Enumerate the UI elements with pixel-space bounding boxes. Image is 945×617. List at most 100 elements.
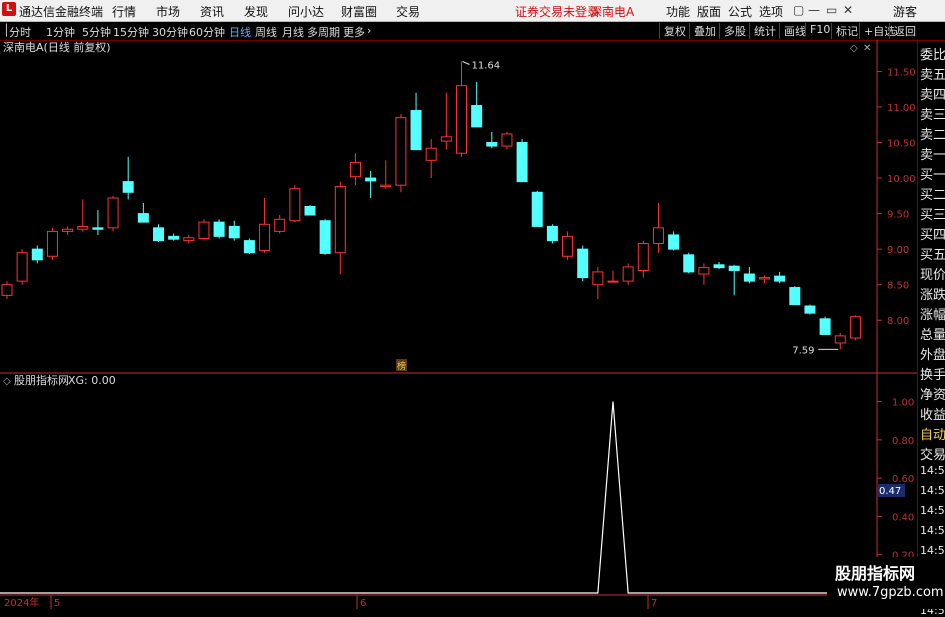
- btn-tongji[interactable]: 统计: [749, 23, 776, 39]
- indicator-axis-label: 0.60: [892, 474, 914, 485]
- side-panel-item: 14:56: [920, 544, 945, 557]
- login-status[interactable]: 证券交易未登录: [515, 3, 599, 20]
- side-panel-item: 外盘: [920, 348, 945, 363]
- candle-down: [304, 206, 316, 216]
- menu-item-shichang[interactable]: 市场: [156, 3, 180, 20]
- candle-up: [607, 280, 619, 283]
- window-minimize-icon[interactable]: —: [808, 3, 820, 17]
- tab-period-multi[interactable]: 多周期: [307, 24, 340, 40]
- candle-up: [759, 277, 770, 280]
- period-toolbar: │ 分时 1分钟 5分钟 15分钟 30分钟 60分钟 日线 周线 月线 多周期…: [0, 22, 945, 41]
- chevron-right-icon[interactable]: ›: [367, 24, 371, 37]
- menu-item-gongneng[interactable]: 功能: [666, 3, 690, 20]
- tab-period-more[interactable]: 更多: [343, 24, 365, 40]
- candle-up: [183, 237, 195, 242]
- candle-down: [31, 248, 43, 261]
- indicator-toggle-icon[interactable]: ◇: [3, 376, 11, 387]
- menu-item-zixun[interactable]: 资讯: [200, 3, 224, 20]
- btn-fuquan[interactable]: 复权: [659, 23, 686, 39]
- side-panel-item: 卖五: [920, 68, 945, 83]
- indicator-title: 股朋指标网: [14, 373, 69, 387]
- tab-period-15min[interactable]: 15分钟: [113, 24, 149, 40]
- chart-settings-icon[interactable]: ◇: [850, 43, 858, 54]
- watermark-title: 股朋指标网: [835, 564, 916, 583]
- side-panel-item[interactable]: 交易: [920, 444, 945, 463]
- btn-huaxian[interactable]: 画线: [779, 23, 806, 39]
- price-axis-label: 9.00: [887, 245, 909, 256]
- candle-down: [683, 254, 695, 273]
- cursor-value-label: 0.47: [879, 486, 901, 497]
- high-arrow-line: [462, 61, 470, 65]
- candle-up: [698, 267, 710, 275]
- candle-down: [819, 318, 831, 335]
- menu-item-jiaoyi[interactable]: 交易: [396, 3, 420, 20]
- price-axis-label: 8.50: [887, 281, 909, 292]
- rank-marker-label: 榜: [397, 360, 406, 372]
- candle-up: [107, 197, 119, 229]
- candle-down: [789, 287, 801, 306]
- candle-up: [77, 225, 89, 230]
- btn-f10[interactable]: F10: [805, 23, 830, 36]
- btn-diejia[interactable]: 叠加: [689, 23, 716, 39]
- btn-biaoji[interactable]: 标记: [831, 23, 858, 39]
- chart-close-icon[interactable]: ✕: [863, 43, 871, 54]
- tab-period-daily[interactable]: 日线: [229, 24, 251, 40]
- candle-up: [380, 184, 392, 188]
- side-panel-item: 换手: [920, 368, 945, 383]
- tab-period-1min[interactable]: 1分钟: [46, 24, 75, 40]
- side-panel-item: 14:56: [920, 484, 945, 497]
- price-axis-label: 10.50: [887, 139, 916, 150]
- tab-period-30min[interactable]: 30分钟: [152, 24, 188, 40]
- candle-down: [728, 265, 740, 271]
- side-panel-item[interactable]: 自动: [920, 424, 945, 443]
- side-panel-item: 14:56: [920, 524, 945, 537]
- menu-item-hangqing[interactable]: 行情: [112, 3, 136, 20]
- candlestick-series: [1, 61, 861, 350]
- menu-item-wenxiaoda[interactable]: 问小达: [288, 3, 324, 20]
- candle-down: [122, 181, 134, 193]
- high-price-label: 11.64: [472, 60, 501, 71]
- candle-down: [365, 177, 377, 182]
- btn-back[interactable]: 返回: [889, 23, 916, 39]
- candle-down: [743, 273, 755, 282]
- candle-up: [274, 218, 286, 232]
- indicator-value: XG: 0.00: [68, 374, 116, 387]
- menu-item-gongshi[interactable]: 公式: [728, 3, 752, 20]
- menu-item-xuanxiang[interactable]: 选项: [759, 3, 783, 20]
- kline-chart[interactable]: 深南电A(日线 前复权) ◇ ✕ 11.50 11.00 10.50 10.00 9.5…: [0, 40, 917, 609]
- side-panel-item: 卖二: [920, 128, 945, 143]
- candle-up: [834, 335, 846, 344]
- tab-period-monthly[interactable]: 月线: [282, 24, 304, 40]
- side-panel-item: 收益: [920, 408, 945, 423]
- guest-label[interactable]: 游客: [893, 3, 917, 20]
- tab-period-60min[interactable]: 60分钟: [189, 24, 225, 40]
- candle-down: [319, 220, 331, 254]
- candle-up: [46, 230, 58, 257]
- candle-down: [486, 142, 498, 147]
- price-axis-label: 9.50: [887, 210, 909, 221]
- menu-item-faxian[interactable]: 发现: [244, 3, 268, 20]
- window-menu-icon[interactable]: ▢: [793, 3, 804, 17]
- candle-down: [243, 240, 255, 254]
- candle-up: [16, 252, 28, 282]
- candle-down: [213, 221, 225, 237]
- candle-down: [516, 142, 528, 183]
- tab-period-fenshi[interactable]: 分时: [9, 24, 31, 40]
- candle-up: [456, 85, 467, 154]
- window-restore-icon[interactable]: ▭: [826, 3, 837, 17]
- candle-up: [637, 242, 649, 271]
- window-close-icon[interactable]: ✕: [843, 3, 853, 17]
- tab-period-weekly[interactable]: 周线: [255, 24, 277, 40]
- menu-item-banmian[interactable]: 版面: [697, 3, 721, 20]
- menu-item-caifuquan[interactable]: 财富圈: [341, 3, 377, 20]
- side-panel-item: 买五: [920, 248, 945, 263]
- candle-up: [562, 235, 574, 257]
- watermark: 股朋指标网 www.7gpzb.com: [827, 557, 945, 609]
- btn-duogu[interactable]: 多股: [719, 23, 746, 39]
- candle-down: [531, 191, 543, 227]
- candle-up: [849, 316, 861, 339]
- side-panel-item: 现价: [920, 268, 945, 283]
- date-month-label-7: 7: [651, 598, 657, 609]
- side-panel-item: 买一: [920, 168, 945, 183]
- tab-period-5min[interactable]: 5分钟: [82, 24, 111, 40]
